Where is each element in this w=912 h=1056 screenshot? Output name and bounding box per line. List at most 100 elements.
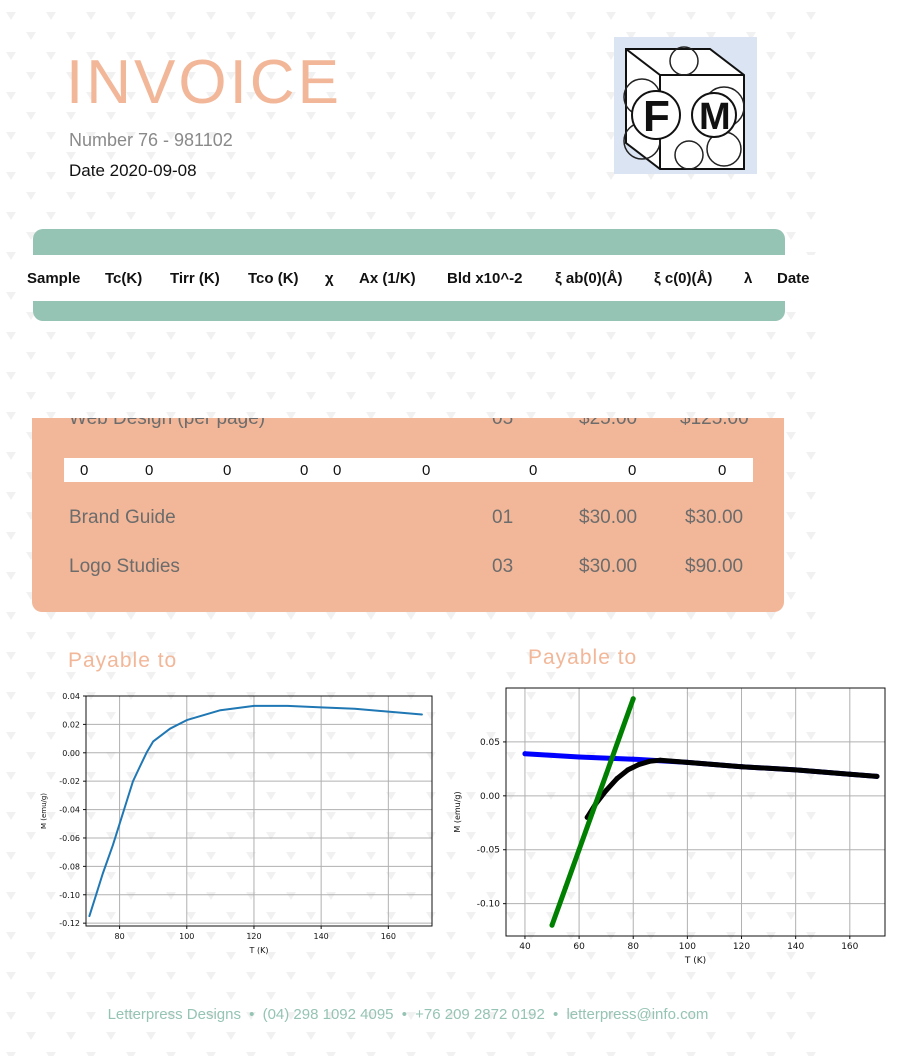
data-point [793,767,799,773]
data-point [630,756,636,762]
y-tick-label: 0.02 [62,720,80,729]
footer-contact: Letterpress Designs • (04) 298 1092 4095… [0,1006,816,1023]
data-point [646,758,652,764]
y-tick-label: -0.12 [59,919,80,928]
list-item: Brand Guide 01 $30.00 $30.00 [32,507,784,537]
x-tick-label: 40 [519,942,531,952]
data-point [590,809,596,815]
x-tick-label: 140 [787,942,804,952]
col-lambda: λ [744,270,753,287]
col-bld: Bld x10^-2 [447,270,523,287]
data-point [636,762,642,768]
item-total: $90.00 [685,556,744,577]
invoice-date: Date 2020-09-08 [69,161,197,180]
data-point [603,787,609,793]
zero-row-strip [64,458,753,482]
series-line [88,704,423,918]
zero-value: 0 [300,462,309,479]
data-point [576,754,582,760]
x-tick-label: 160 [841,942,858,952]
x-tick-label: 80 [628,942,640,952]
col-xi-c: ξ c(0)(Å) [654,270,713,287]
y-tick-label: -0.05 [477,846,500,856]
x-tick-label: 60 [573,942,585,952]
item-price: $30.00 [579,556,638,577]
y-tick-label: 0.00 [62,749,80,758]
list-item: Logo Studies 03 $30.00 $90.00 [32,556,784,586]
data-point [625,767,631,773]
item-price: $25.00 [579,418,638,429]
magnetization-chart-right: 40 60 80 100 120 140 160 0.05 0.00 -0.05 -0.10 T (K… [453,687,886,966]
list-item: Web Design (per page) 05 $25.00 $125.00 [32,418,784,438]
data-point [739,764,745,770]
payable-to-heading: Payable to [68,649,178,672]
data-point [563,884,569,890]
col-date: Date [777,270,810,287]
item-desc: Web Design (per page) [69,418,266,429]
footer-separator: • [401,1006,407,1023]
footer-email: letterpress@info.com [566,1006,709,1023]
item-price: $30.00 [579,507,638,528]
invoice-title: INVOICE [66,48,342,117]
data-point [630,696,636,702]
y-tick-label: -0.08 [59,862,80,871]
y-tick-label: 0.04 [62,692,80,701]
y-tick-label: -0.10 [59,891,80,900]
data-point [617,734,623,740]
data-point [576,847,582,853]
plot-frame [85,695,433,927]
zero-value: 0 [333,462,342,479]
y-tick-label: -0.06 [59,834,80,843]
invoice-number: Number 76 - 981102 [69,130,233,150]
x-axis-label: T (K) [249,946,269,955]
y-tick-label: -0.10 [477,900,501,910]
data-point [603,771,609,777]
data-point [684,759,690,765]
y-axis-label: M (emu/g) [453,791,462,832]
footer-separator: • [553,1006,559,1023]
zero-value: 0 [80,462,89,479]
item-qty: 05 [492,418,514,429]
x-tick-label: 160 [381,932,396,941]
footer-phone2: +76 209 2872 0192 [415,1006,545,1023]
col-xi-ab: ξ ab(0)(Å) [555,270,623,287]
data-point [549,922,555,928]
company-logo: F M [614,37,757,174]
payable-to-heading: Payable to [528,646,638,669]
col-tc: Tc(K) [105,270,143,287]
items-panel: Web Design (per page) 05 $25.00 $125.00 … [32,418,784,612]
zero-value: 0 [718,462,727,479]
y-tick-label: 0.00 [480,792,500,802]
col-chi: χ [325,270,334,287]
x-tick-label: 100 [679,942,696,952]
col-tirr: Tirr (K) [170,270,220,287]
zero-value: 0 [223,462,232,479]
logo-letter-m: M [699,96,731,138]
y-tick-label: -0.02 [59,777,80,786]
item-qty: 01 [492,507,514,528]
x-tick-label: 100 [179,932,194,941]
x-tick-label: 120 [246,932,261,941]
data-point [874,773,880,779]
y-tick-label: -0.04 [59,806,80,815]
zero-value: 0 [628,462,637,479]
item-desc: Brand Guide [69,507,176,528]
zero-value: 0 [145,462,154,479]
item-total: $30.00 [685,507,744,528]
footer-phone1: (04) 298 1092 4095 [262,1006,394,1023]
x-tick-label: 140 [314,932,329,941]
col-tco: Tco (K) [248,270,299,287]
y-tick-label: 0.05 [480,738,500,748]
data-point [614,776,620,782]
col-ax: Ax (1/K) [359,270,416,287]
magnetization-chart-left: 80 100 120 140 160 0.04 0.02 0.00 -0.02 -0.04 -0.0… [40,692,433,955]
item-qty: 03 [492,556,514,577]
data-point [522,751,528,757]
footer-company: Letterpress Designs [107,1006,241,1023]
x-axis-label: T (K) [684,956,706,966]
footer-separator: • [249,1006,255,1023]
item-desc: Logo Studies [69,556,180,577]
zero-value: 0 [529,462,538,479]
x-tick-label: 120 [733,942,750,952]
item-total: $125.00 [680,418,749,429]
